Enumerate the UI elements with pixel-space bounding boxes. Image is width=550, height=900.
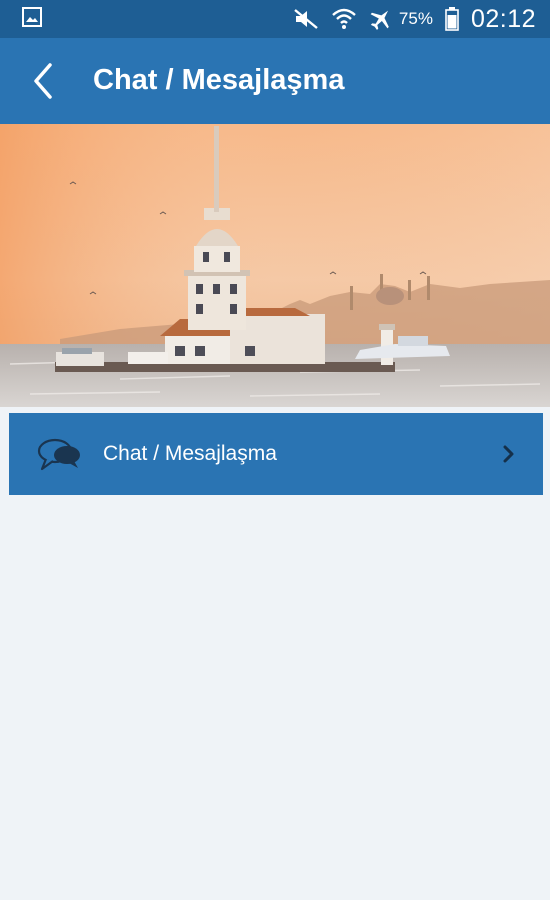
battery-icon: [445, 7, 459, 31]
chat-bubbles-icon: [37, 438, 80, 471]
back-button[interactable]: [26, 61, 62, 101]
gallery-icon: [22, 7, 42, 27]
menu-item-label: Chat / Mesajlaşma: [103, 442, 277, 465]
maidens-tower-illustration: [0, 124, 550, 407]
mute-icon: [294, 9, 318, 29]
app-bar: Chat / Mesajlaşma: [0, 38, 550, 124]
status-bar: 75% 02:12: [0, 0, 550, 38]
airplane-mode-icon: [370, 10, 389, 30]
wifi-icon: [332, 8, 356, 29]
menu-item-chat[interactable]: Chat / Mesajlaşma: [9, 413, 543, 495]
clock: 02:12: [470, 4, 536, 33]
battery-percent: 75%: [398, 9, 433, 28]
hero-image: [0, 124, 550, 407]
chevron-left-icon: [34, 63, 52, 99]
chevron-right-icon: [503, 445, 514, 463]
page-title: Chat / Mesajlaşma: [93, 64, 345, 96]
